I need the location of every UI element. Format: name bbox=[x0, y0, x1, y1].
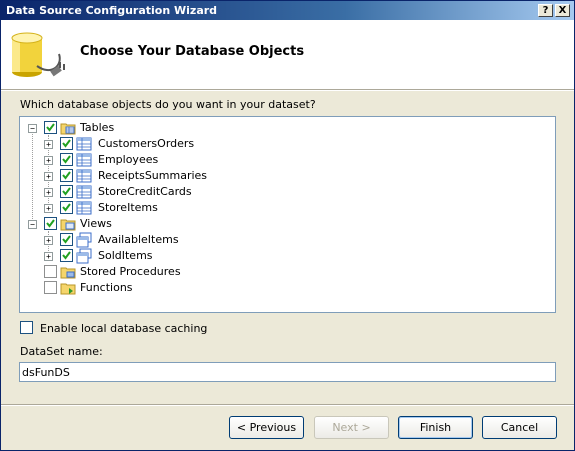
table-checkbox[interactable] bbox=[60, 153, 73, 166]
tree-node-label: StoreItems bbox=[98, 201, 158, 214]
next-button[interactable]: Next > bbox=[314, 416, 389, 439]
collapse-toggle[interactable]: − bbox=[28, 124, 37, 133]
wizard-header: Choose Your Database Objects bbox=[1, 20, 574, 89]
expand-toggle[interactable]: + bbox=[44, 172, 53, 181]
tree-node-label: Tables bbox=[80, 121, 115, 134]
dataset-name-label: DataSet name: bbox=[20, 345, 103, 358]
views-checkbox[interactable] bbox=[44, 217, 57, 230]
table-checkbox[interactable] bbox=[60, 137, 73, 150]
table-checkbox[interactable] bbox=[60, 185, 73, 198]
finish-button[interactable]: Finish bbox=[398, 416, 473, 439]
tree-connector bbox=[32, 127, 33, 223]
tree-node-label: AvailableItems bbox=[98, 233, 179, 246]
tree-node-label: ReceiptsSummaries bbox=[98, 169, 208, 182]
objects-question: Which database objects do you want in yo… bbox=[20, 98, 316, 111]
tree-node-label: SoldItems bbox=[98, 249, 153, 262]
table-icon bbox=[76, 169, 92, 183]
collapse-toggle[interactable]: − bbox=[28, 220, 37, 229]
header-divider bbox=[1, 89, 574, 91]
wizard-window: Data Source Configuration Wizard ? X Cho… bbox=[0, 0, 575, 451]
table-checkbox[interactable] bbox=[60, 169, 73, 182]
cache-checkbox[interactable] bbox=[20, 321, 33, 334]
view-icon bbox=[76, 232, 92, 248]
stored-procedures-folder-icon bbox=[60, 267, 76, 279]
expand-toggle[interactable]: + bbox=[44, 188, 53, 197]
functions-checkbox[interactable] bbox=[44, 281, 57, 294]
table-icon bbox=[76, 201, 92, 215]
objects-tree[interactable]: − Tables + CustomersOrders + Employees +… bbox=[19, 116, 556, 313]
title-bar[interactable]: Data Source Configuration Wizard ? X bbox=[1, 1, 574, 20]
view-icon bbox=[76, 248, 92, 264]
table-icon bbox=[76, 185, 92, 199]
expand-toggle[interactable]: + bbox=[44, 236, 53, 245]
tables-folder-icon bbox=[60, 123, 76, 135]
stored-procedures-checkbox[interactable] bbox=[44, 265, 57, 278]
page-title: Choose Your Database Objects bbox=[80, 44, 305, 59]
expand-toggle[interactable]: + bbox=[44, 252, 53, 261]
dataset-name-input[interactable] bbox=[19, 362, 556, 382]
tree-node-label: CustomersOrders bbox=[98, 137, 195, 150]
tree-node-label: StoreCreditCards bbox=[98, 185, 192, 198]
previous-button[interactable]: < Previous bbox=[229, 416, 304, 439]
expand-toggle[interactable]: + bbox=[44, 140, 53, 149]
table-icon bbox=[76, 153, 92, 167]
view-checkbox[interactable] bbox=[60, 249, 73, 262]
cache-label: Enable local database caching bbox=[40, 322, 208, 335]
help-button[interactable]: ? bbox=[538, 4, 553, 17]
close-button[interactable]: X bbox=[555, 4, 570, 17]
tree-node-label: Employees bbox=[98, 153, 159, 166]
tree-node-label: Stored Procedures bbox=[80, 265, 181, 278]
window-title: Data Source Configuration Wizard bbox=[6, 4, 218, 17]
view-checkbox[interactable] bbox=[60, 233, 73, 246]
footer-divider bbox=[1, 404, 574, 406]
table-checkbox[interactable] bbox=[60, 201, 73, 214]
views-folder-icon bbox=[60, 219, 76, 231]
table-icon bbox=[76, 137, 92, 151]
tables-checkbox[interactable] bbox=[44, 121, 57, 134]
tree-node-label: Functions bbox=[80, 281, 133, 294]
tree-node-label: Views bbox=[80, 217, 112, 230]
expand-toggle[interactable]: + bbox=[44, 156, 53, 165]
database-plug-icon bbox=[11, 32, 65, 77]
functions-folder-icon bbox=[60, 283, 76, 295]
cancel-button[interactable]: Cancel bbox=[482, 416, 557, 439]
expand-toggle[interactable]: + bbox=[44, 204, 53, 213]
